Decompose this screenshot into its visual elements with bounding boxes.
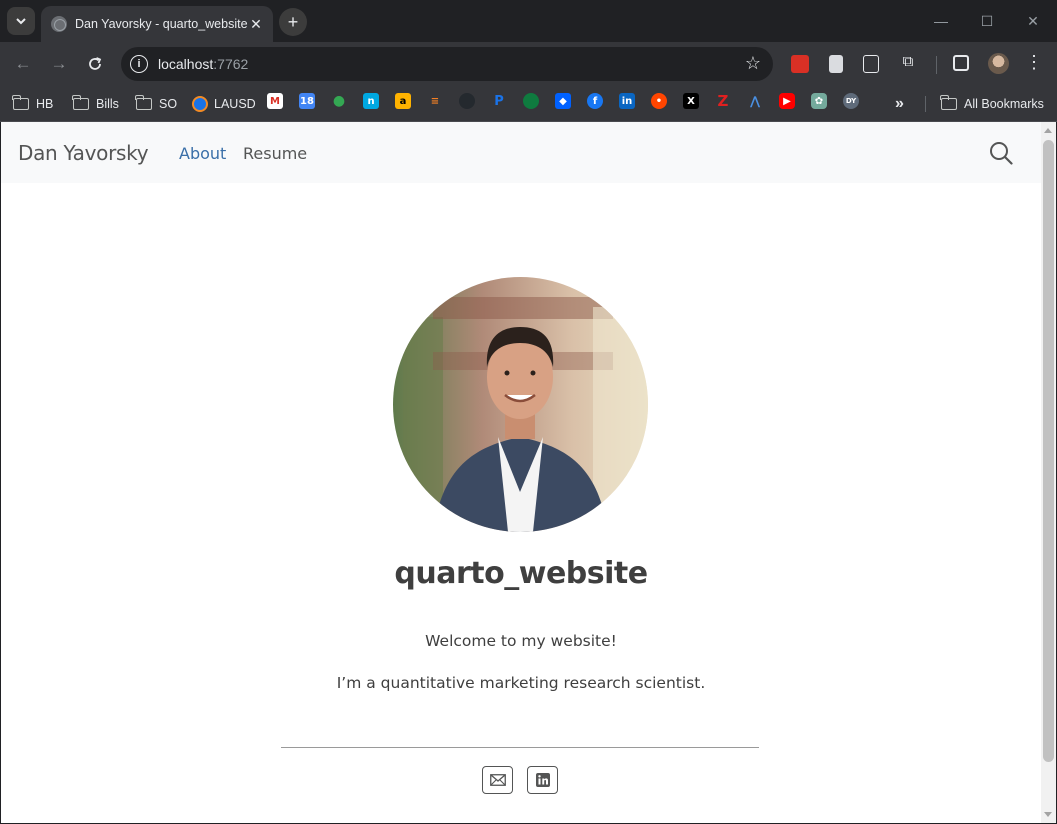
reload-icon <box>89 57 102 70</box>
stackoverflow-icon[interactable]: ≡ <box>427 93 443 109</box>
new-tab-button[interactable]: + <box>279 8 307 36</box>
email-link-button[interactable] <box>482 766 513 794</box>
browser-toolbar: ← → i localhost:7762 ☆ ⧉ ⋮ <box>0 42 1057 86</box>
browser-menu-icon[interactable]: ⋮ <box>1024 52 1044 73</box>
globe-icon <box>51 16 67 32</box>
document-extension-icon[interactable] <box>829 55 843 73</box>
site-brand[interactable]: Dan Yavorsky <box>18 141 149 165</box>
mountain-app-icon[interactable]: ⋀ <box>747 93 763 109</box>
zotero-icon[interactable]: Z <box>715 92 731 110</box>
bookmark-star-icon[interactable]: ☆ <box>745 53 761 74</box>
reload-button[interactable] <box>82 51 108 77</box>
close-window-button[interactable]: ✕ <box>1010 8 1056 34</box>
site-info-icon[interactable]: i <box>130 55 148 73</box>
profile-photo-image <box>393 277 648 532</box>
about-divider <box>281 747 759 748</box>
bookmark-folder-hb[interactable]: HB <box>12 94 54 114</box>
scroll-thumb[interactable] <box>1043 140 1054 762</box>
bookmark-label: All Bookmarks <box>964 97 1044 111</box>
close-tab-icon[interactable]: ✕ <box>247 15 265 33</box>
bookmark-label: Bills <box>96 97 119 111</box>
linkedin-bookmark-icon[interactable]: in <box>619 93 635 109</box>
address-bar[interactable]: i localhost:7762 ☆ <box>121 47 773 81</box>
folder-icon <box>135 95 152 110</box>
tab-strip: Dan Yavorsky - quarto_website ✕ + — ☐ ✕ <box>0 0 1057 42</box>
bookmark-lausd[interactable]: LAUSD <box>192 94 256 114</box>
bookmark-folder-bills[interactable]: Bills <box>72 94 119 114</box>
linkedin-icon <box>535 773 550 787</box>
extensions-puzzle-icon[interactable]: ⧉ <box>897 53 919 70</box>
chatgpt-icon[interactable]: ✿ <box>811 93 827 109</box>
chevron-down-icon <box>16 18 26 25</box>
starbucks-icon[interactable] <box>523 93 539 109</box>
bookmark-folder-so[interactable]: SO <box>135 94 178 114</box>
profile-photo <box>393 277 648 532</box>
maps-icon[interactable]: ● <box>331 93 347 109</box>
page-title: quarto_website <box>394 556 648 591</box>
reader-extension-icon[interactable] <box>863 55 879 73</box>
password-manager-extension-icon[interactable] <box>791 55 809 73</box>
browser-window: Dan Yavorsky - quarto_website ✕ + — ☐ ✕ … <box>0 0 1057 824</box>
bookmark-label: SO <box>159 97 178 111</box>
github-icon[interactable] <box>459 93 475 109</box>
dropbox-icon[interactable]: ◆ <box>555 93 571 109</box>
toolbar-separator <box>936 56 937 74</box>
youtube-icon[interactable]: ▶ <box>779 93 795 109</box>
amazon-icon[interactable]: a <box>395 93 411 109</box>
bookmarks-separator <box>925 96 926 112</box>
x-icon[interactable]: X <box>683 93 699 109</box>
folder-icon <box>940 95 957 110</box>
back-button[interactable]: ← <box>10 51 36 77</box>
lausd-icon <box>192 96 208 112</box>
site-navbar: Dan Yavorsky About Resume <box>1 122 1041 183</box>
facebook-icon[interactable]: f <box>587 93 603 109</box>
gmail-icon[interactable]: M <box>267 93 283 109</box>
calendar-icon[interactable]: 18 <box>299 93 315 109</box>
page-viewport: Dan Yavorsky About Resume quarto_website… <box>1 122 1056 823</box>
scroll-up-arrow[interactable] <box>1044 128 1052 133</box>
profile-avatar[interactable] <box>988 53 1009 74</box>
folder-icon <box>12 95 29 110</box>
url-host: localhost <box>158 56 214 72</box>
bookmark-label: HB <box>36 97 54 111</box>
scroll-down-arrow[interactable] <box>1044 812 1052 817</box>
minimize-button[interactable]: — <box>918 8 964 34</box>
welcome-text: Welcome to my website! <box>425 632 617 650</box>
side-panel-icon[interactable] <box>953 55 969 71</box>
search-icon[interactable] <box>989 141 1013 165</box>
n-app-icon[interactable]: n <box>363 93 379 109</box>
linkedin-link-button[interactable] <box>527 766 558 794</box>
url-text[interactable]: localhost:7762 <box>158 56 248 72</box>
nav-resume[interactable]: Resume <box>243 144 307 163</box>
tab-search-button[interactable] <box>7 7 35 35</box>
active-tab[interactable]: Dan Yavorsky - quarto_website ✕ <box>41 6 273 42</box>
bookmark-label: LAUSD <box>214 97 256 111</box>
dy-site-icon[interactable]: DY <box>843 93 859 109</box>
forward-button[interactable]: → <box>46 51 72 77</box>
all-bookmarks-folder[interactable]: All Bookmarks <box>940 94 1044 114</box>
folder-icon <box>72 95 89 110</box>
maximize-button[interactable]: ☐ <box>964 8 1010 34</box>
more-bookmarks-icon[interactable]: » <box>895 94 904 114</box>
page-scrollbar[interactable] <box>1041 122 1056 823</box>
bio-text: I’m a quantitative marketing research sc… <box>336 674 706 692</box>
nav-about[interactable]: About <box>179 144 226 163</box>
envelope-icon <box>489 774 506 786</box>
paypal-icon[interactable]: P <box>491 93 507 109</box>
tab-title: Dan Yavorsky - quarto_website <box>75 17 248 31</box>
url-port: :7762 <box>213 56 249 72</box>
reddit-icon[interactable]: • <box>651 93 667 109</box>
